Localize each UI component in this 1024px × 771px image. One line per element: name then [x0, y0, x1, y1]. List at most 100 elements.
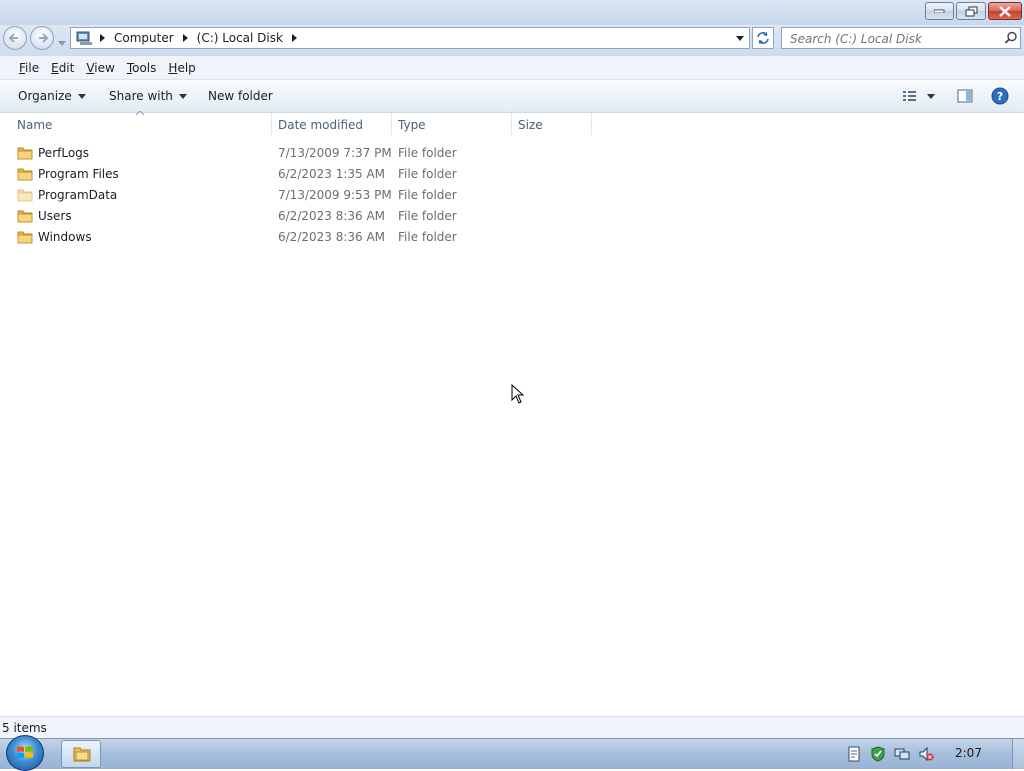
chevron-down-icon [927, 93, 935, 99]
file-date: 6/2/2023 8:36 AM [278, 209, 386, 223]
breadcrumb-local-disk[interactable]: (C:) Local Disk [192, 31, 288, 45]
forward-arrow-icon [39, 33, 49, 43]
network-icon[interactable] [894, 746, 910, 762]
refresh-icon [757, 32, 769, 44]
restore-icon [965, 6, 977, 16]
details-view-icon [903, 91, 916, 101]
file-name: ProgramData [38, 188, 118, 202]
command-bar: Organize Share with New folder ? [0, 81, 1024, 113]
computer-icon [76, 31, 92, 45]
sort-ascending-icon [136, 111, 144, 116]
back-arrow-icon [8, 33, 18, 43]
menu-edit-label: dit [58, 60, 75, 75]
column-headers: Name Date modified Type Size [0, 111, 1024, 137]
menu-help[interactable]: Help [162, 61, 201, 75]
help-button[interactable]: ? [991, 87, 1009, 108]
file-date: 7/13/2009 7:37 PM [278, 146, 392, 160]
folder-icon [17, 168, 33, 181]
file-type: File folder [398, 188, 457, 202]
file-type: File folder [398, 230, 457, 244]
file-name: Windows [38, 230, 92, 244]
column-header-size[interactable]: Size [518, 118, 543, 132]
title-bar [0, 0, 1024, 25]
column-header-type[interactable]: Type [398, 118, 426, 132]
breadcrumb-separator-icon[interactable] [182, 34, 188, 42]
windows-logo-icon [17, 746, 33, 758]
share-with-label: Share with [109, 89, 173, 103]
file-row-programdata[interactable]: ProgramData 7/13/2009 9:53 PM File folde… [0, 185, 600, 206]
restore-button[interactable] [956, 2, 986, 20]
file-type: File folder [398, 146, 457, 160]
column-divider[interactable] [391, 113, 392, 135]
folder-icon [17, 210, 33, 223]
close-icon [999, 5, 1011, 17]
file-row-program-files[interactable]: Program Files 6/2/2023 1:35 AM File fold… [0, 164, 600, 185]
column-divider[interactable] [591, 113, 592, 135]
column-divider[interactable] [271, 113, 272, 135]
menu-file-label: ile [25, 60, 40, 75]
preview-pane-icon [957, 89, 973, 103]
address-bar[interactable]: Computer (C:) Local Disk [70, 27, 750, 49]
preview-pane-button[interactable] [957, 88, 973, 107]
file-type: File folder [398, 167, 457, 181]
chevron-down-icon [58, 41, 66, 46]
file-date: 7/13/2009 9:53 PM [278, 188, 392, 202]
search-input[interactable] [788, 29, 992, 49]
status-bar: 5 items [0, 716, 1024, 739]
recent-pages-dropdown[interactable] [58, 35, 66, 49]
address-history-dropdown[interactable] [736, 35, 744, 41]
change-view-button[interactable] [902, 89, 935, 103]
breadcrumb-separator-icon[interactable] [291, 34, 297, 42]
new-folder-label: New folder [208, 89, 273, 103]
explorer-folder-icon [73, 747, 91, 762]
file-name: Users [38, 209, 72, 223]
close-button[interactable] [988, 2, 1022, 20]
item-count: 5 items [2, 721, 47, 735]
start-button[interactable] [6, 735, 44, 771]
menu-tools[interactable]: Tools [121, 61, 163, 75]
refresh-button[interactable] [752, 27, 774, 49]
column-header-name[interactable]: Name [17, 118, 52, 132]
menu-tools-label: ools [132, 60, 157, 75]
mouse-cursor-icon [511, 384, 525, 404]
menu-bar: File Edit View Tools Help [0, 56, 1024, 80]
help-icon: ? [991, 87, 1009, 105]
file-row-windows[interactable]: Windows 6/2/2023 8:36 AM File folder [0, 227, 600, 248]
new-folder-button[interactable]: New folder [208, 89, 273, 103]
folder-icon [17, 231, 33, 244]
breadcrumb-computer[interactable]: Computer [109, 31, 179, 45]
file-row-users[interactable]: Users 6/2/2023 8:36 AM File folder [0, 206, 600, 227]
menu-view-label: iew [94, 60, 115, 75]
minimize-icon [934, 9, 945, 13]
svg-text:?: ? [997, 90, 1003, 103]
forward-button[interactable] [30, 26, 54, 50]
back-button[interactable] [3, 26, 27, 50]
file-row-perflogs[interactable]: PerfLogs 7/13/2009 7:37 PM File folder [0, 143, 600, 164]
address-row: Computer (C:) Local Disk [0, 25, 1024, 56]
volume-muted-icon[interactable] [918, 746, 934, 762]
taskbar-explorer-button[interactable] [61, 740, 101, 768]
menu-file[interactable]: File [13, 61, 45, 75]
file-type: File folder [398, 209, 457, 223]
minimize-button[interactable] [925, 2, 954, 20]
action-center-icon[interactable] [846, 746, 862, 762]
chevron-down-icon [77, 93, 86, 99]
folder-icon [17, 147, 33, 160]
menu-edit[interactable]: Edit [45, 61, 80, 75]
organize-button[interactable]: Organize [18, 89, 86, 103]
file-date: 6/2/2023 1:35 AM [278, 167, 386, 181]
file-name: PerfLogs [38, 146, 90, 160]
breadcrumb-separator-icon [100, 34, 105, 42]
search-icon[interactable] [1004, 31, 1018, 45]
security-shield-icon[interactable] [870, 746, 886, 762]
folder-hidden-icon [17, 189, 33, 202]
menu-edit-accel: E [51, 60, 59, 75]
column-divider[interactable] [511, 113, 512, 135]
chevron-down-icon [178, 93, 187, 99]
menu-view[interactable]: View [80, 61, 120, 75]
share-with-button[interactable]: Share with [109, 89, 187, 103]
column-header-date-modified[interactable]: Date modified [278, 118, 363, 132]
taskbar-clock[interactable]: 2:07 [955, 746, 982, 760]
show-desktop-button[interactable] [1012, 739, 1024, 769]
search-box[interactable] [781, 27, 1021, 49]
